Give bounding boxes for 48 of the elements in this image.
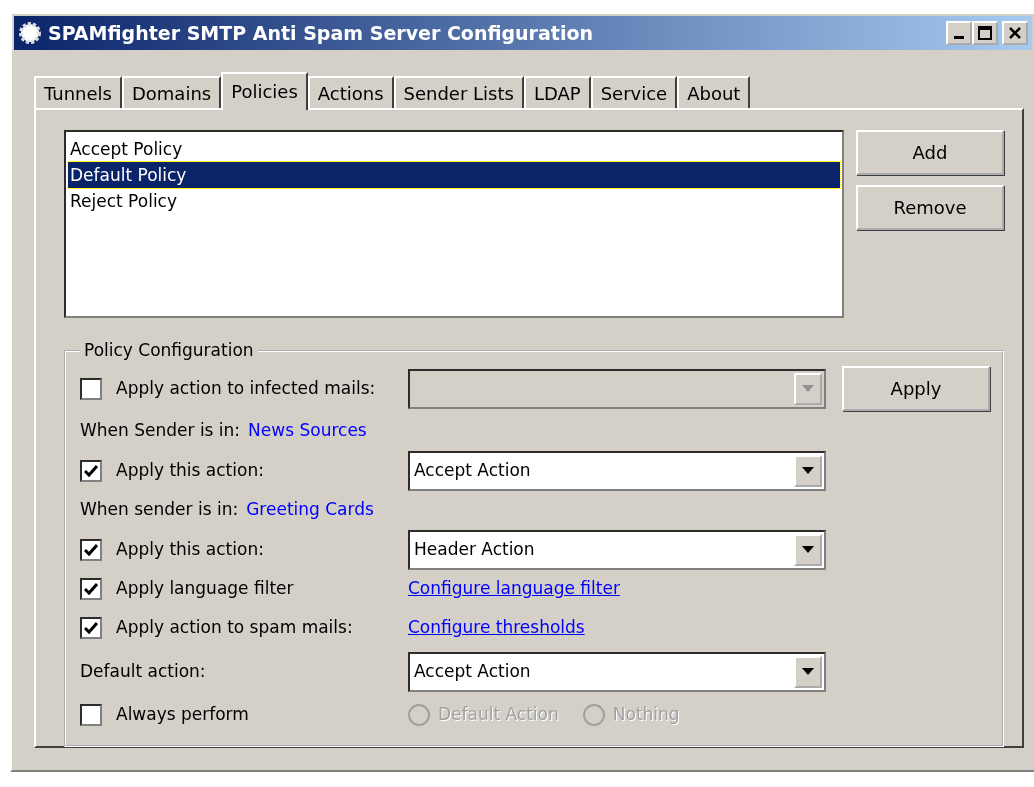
checkbox-label: Always perform <box>116 703 249 727</box>
field-label: When sender is in: <box>80 498 239 522</box>
tab[interactable]: Domains <box>121 76 222 108</box>
link[interactable]: Configure language filter <box>408 578 620 599</box>
gear-icon <box>18 21 42 45</box>
tab[interactable]: Service <box>590 76 678 108</box>
tab[interactable]: Tunnels <box>34 76 122 108</box>
list-item[interactable]: Accept Policy <box>68 136 840 162</box>
dropdown-field[interactable]: Header Action <box>408 529 826 570</box>
policy-list[interactable]: Accept Policy Default Policy Reject Policy <box>64 130 844 318</box>
tab[interactable]: About <box>677 76 751 108</box>
dropdown-arrow-icon <box>802 384 814 393</box>
apply-button[interactable]: Apply <box>842 366 990 411</box>
checkbox[interactable] <box>80 617 102 639</box>
list-button[interactable]: Remove <box>856 185 1004 230</box>
tab[interactable]: Policies <box>221 72 308 110</box>
checkbox[interactable] <box>80 578 102 600</box>
dropdown-arrow-icon <box>802 545 814 554</box>
field-label: Default action: <box>80 659 206 683</box>
link[interactable]: News Sources <box>248 418 367 444</box>
maximize-icon <box>978 26 992 40</box>
checkbox[interactable] <box>80 538 102 561</box>
checkbox-label: Apply language filter <box>116 577 294 601</box>
minimize-icon <box>954 36 964 39</box>
checkbox-label: Apply this action: <box>116 458 264 482</box>
dropdown-arrow-icon <box>802 667 814 676</box>
list-item[interactable]: Reject Policy <box>68 188 840 214</box>
minimize-button[interactable] <box>946 21 972 45</box>
close-icon <box>1008 26 1022 40</box>
list-button[interactable]: Add <box>856 130 1004 175</box>
tab[interactable]: Sender Lists <box>393 76 524 108</box>
maximize-button[interactable] <box>972 21 998 45</box>
link[interactable]: Configure thresholds <box>408 617 585 638</box>
list-item[interactable]: Default Policy <box>68 162 840 188</box>
window-title: SPAMfighter SMTP Anti Spam Server Configuration <box>48 20 593 46</box>
dropdown-field[interactable]: Accept Action <box>408 450 826 491</box>
field-label: When Sender is in: <box>80 419 241 443</box>
tab[interactable]: LDAP <box>523 76 591 108</box>
link[interactable]: Greeting Cards <box>246 497 374 523</box>
checkbox-label: Apply action to infected mails: <box>116 376 376 400</box>
tab[interactable]: Actions <box>307 76 394 108</box>
dropdown-arrow-icon <box>802 466 814 475</box>
checkbox-label: Apply action to spam mails: <box>116 616 353 640</box>
dropdown-field[interactable]: Accept Action <box>408 651 826 692</box>
checkbox[interactable] <box>80 704 102 726</box>
checkbox[interactable] <box>80 459 102 482</box>
close-button[interactable] <box>1002 21 1028 45</box>
checkbox-label: Apply this action: <box>116 537 264 561</box>
